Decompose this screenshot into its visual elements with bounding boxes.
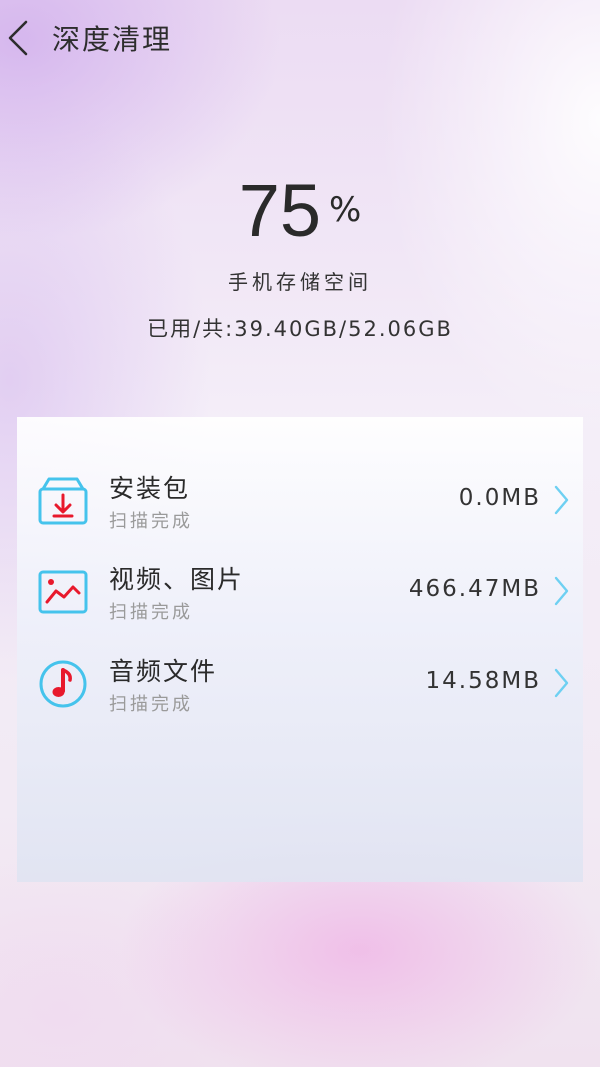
back-button[interactable]: [0, 14, 40, 62]
page-title: 深度清理: [52, 23, 173, 56]
chevron-left-icon: [8, 20, 28, 56]
storage-label: 手机存储空间: [228, 270, 372, 294]
music-note-icon: [37, 658, 89, 710]
list-item-videos-images[interactable]: 视频、图片 扫描完成 466.47MB: [17, 554, 583, 630]
item-name: 安装包: [109, 474, 191, 503]
list-item-audio-files[interactable]: 音频文件 扫描完成 14.58MB: [17, 646, 583, 722]
item-status: 扫描完成: [109, 511, 193, 532]
scan-results-panel: 安装包 扫描完成 0.0MB 视频、图片 扫描完成 466.47MB 音频文件 …: [17, 417, 583, 882]
chevron-right-icon: [554, 576, 569, 606]
item-size: 14.58MB: [425, 668, 541, 694]
chevron-right-icon: [554, 668, 569, 698]
storage-percent-value: 75: [238, 169, 321, 252]
chevron-right-icon: [554, 485, 569, 515]
item-status: 扫描完成: [109, 694, 193, 715]
item-status: 扫描完成: [109, 602, 193, 623]
item-size: 466.47MB: [408, 576, 541, 602]
item-size: 0.0MB: [458, 485, 541, 511]
storage-percent-symbol: %: [329, 190, 362, 230]
item-name: 音频文件: [109, 657, 218, 686]
package-download-icon: [37, 475, 89, 527]
item-name: 视频、图片: [109, 565, 245, 594]
list-item-install-packages[interactable]: 安装包 扫描完成 0.0MB: [17, 463, 583, 539]
storage-summary: 75 % 手机存储空间 已用/共:39.40GB/52.06GB: [0, 160, 600, 343]
storage-percent: 75 %: [0, 160, 600, 248]
image-icon: [37, 566, 89, 618]
top-bar: 深度清理: [0, 0, 600, 76]
storage-usage-text: 已用/共:39.40GB/52.06GB: [147, 317, 453, 341]
